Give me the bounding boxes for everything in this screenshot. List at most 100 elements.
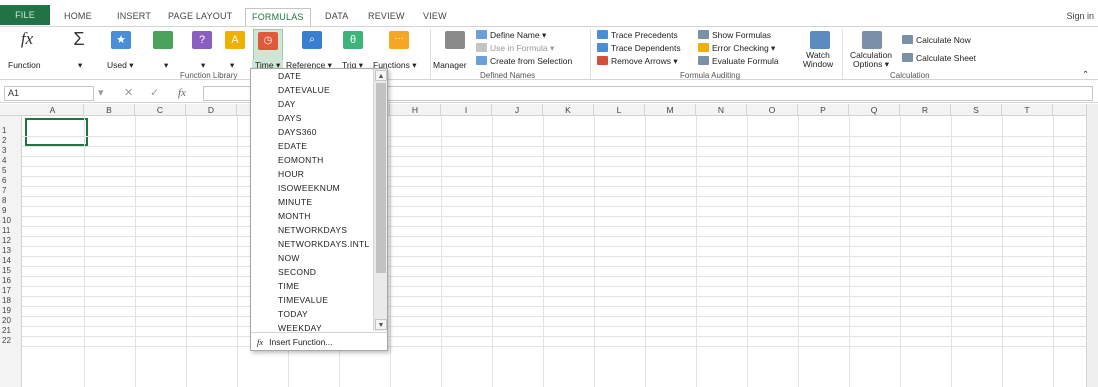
row-header-16[interactable]: 16 (0, 276, 22, 286)
row-header-21[interactable]: 21 (0, 326, 22, 336)
chevron-down-icon[interactable]: ▾ (230, 60, 234, 71)
row-header-14[interactable]: 14 (0, 256, 22, 266)
define-name-button[interactable]: Define Name ▾ (476, 30, 546, 41)
chevron-down-icon[interactable]: ▾ (98, 86, 104, 101)
cancel-icon[interactable]: ✕ (124, 86, 133, 101)
menu-item-datevalue[interactable]: DATEVALUE (251, 83, 373, 97)
row-header-2[interactable]: 2 (0, 136, 22, 146)
use-in-formula-button[interactable]: Use in Formula ▾ (476, 43, 554, 54)
sign-in-link[interactable]: Sign in (1066, 11, 1094, 21)
row-header-10[interactable]: 10 (0, 216, 22, 226)
column-header-q[interactable]: Q (849, 104, 900, 116)
scroll-thumb[interactable] (376, 83, 386, 273)
insert-function-menu-item[interactable]: fx Insert Function... (251, 332, 387, 351)
collapse-ribbon-icon[interactable]: ⌃ (1082, 69, 1089, 80)
column-header-d[interactable]: D (186, 104, 237, 116)
menu-item-month[interactable]: MONTH (251, 209, 373, 223)
selected-cell[interactable] (25, 118, 88, 146)
column-header-t[interactable]: T (1002, 104, 1053, 116)
menu-item-minute[interactable]: MINUTE (251, 195, 373, 209)
grid-line (22, 166, 1098, 167)
trace-dependents-button[interactable]: Trace Dependents (597, 43, 681, 53)
tab-file[interactable]: FILE (0, 5, 50, 25)
menu-item-day[interactable]: DAY (251, 97, 373, 111)
menu-item-days360[interactable]: DAYS360 (251, 125, 373, 139)
row-header-6[interactable]: 6 (0, 176, 22, 186)
tab-insert[interactable]: INSERT (117, 11, 151, 21)
financial-button[interactable] (148, 29, 178, 65)
row-header-20[interactable]: 20 (0, 316, 22, 326)
column-header-o[interactable]: O (747, 104, 798, 116)
row-header-18[interactable]: 18 (0, 296, 22, 306)
tab-review[interactable]: REVIEW (368, 11, 405, 21)
row-header-11[interactable]: 11 (0, 226, 22, 236)
tab-view[interactable]: VIEW (423, 11, 447, 21)
grid-line (22, 156, 1098, 157)
column-header-l[interactable]: L (594, 104, 645, 116)
row-header-9[interactable]: 9 (0, 206, 22, 216)
chevron-down-icon[interactable]: ▾ (78, 60, 82, 71)
tab-home[interactable]: HOME (64, 11, 92, 21)
vertical-scrollbar[interactable] (1086, 104, 1098, 387)
column-header-b[interactable]: B (84, 104, 135, 116)
row-header-3[interactable]: 3 (0, 146, 22, 156)
enter-icon[interactable]: ✓ (150, 86, 159, 101)
row-header-22[interactable]: 22 (0, 336, 22, 346)
row-header-17[interactable]: 17 (0, 286, 22, 296)
row-header-15[interactable]: 15 (0, 266, 22, 276)
menu-item-networkdays-intl[interactable]: NETWORKDAYS.INTL (251, 237, 373, 251)
menu-item-isoweeknum[interactable]: ISOWEEKNUM (251, 181, 373, 195)
menu-item-weekday[interactable]: WEEKDAY (251, 321, 373, 331)
row-header-8[interactable]: 8 (0, 196, 22, 206)
menu-item-date[interactable]: DATE (251, 69, 373, 83)
trace-precedents-button[interactable]: Trace Precedents (597, 30, 678, 40)
menu-item-now[interactable]: NOW (251, 251, 373, 265)
menu-item-days[interactable]: DAYS (251, 111, 373, 125)
evaluate-formula-button[interactable]: Evaluate Formula (698, 56, 779, 66)
tab-page-layout[interactable]: PAGE LAYOUT (168, 11, 232, 21)
create-from-selection-button[interactable]: Create from Selection (476, 56, 572, 66)
menu-item-eomonth[interactable]: EOMONTH (251, 153, 373, 167)
row-header-19[interactable]: 19 (0, 306, 22, 316)
tab-data[interactable]: DATA (325, 11, 348, 21)
text-button[interactable]: A (220, 29, 250, 65)
column-header-h[interactable]: H (390, 104, 441, 116)
column-header-m[interactable]: M (645, 104, 696, 116)
menu-item-edate[interactable]: EDATE (251, 139, 373, 153)
menu-item-hour[interactable]: HOUR (251, 167, 373, 181)
chevron-down-icon[interactable]: ▾ (201, 60, 205, 71)
column-header-k[interactable]: K (543, 104, 594, 116)
menu-item-networkdays[interactable]: NETWORKDAYS (251, 223, 373, 237)
calculate-now-button[interactable]: Calculate Now (902, 35, 971, 45)
fx-icon[interactable]: fx (178, 86, 186, 101)
column-header-i[interactable]: I (441, 104, 492, 116)
row-header-1[interactable]: 1 (0, 126, 22, 136)
menu-item-second[interactable]: SECOND (251, 265, 373, 279)
row-header-7[interactable]: 7 (0, 186, 22, 196)
row-header-12[interactable]: 12 (0, 236, 22, 246)
column-header-p[interactable]: P (798, 104, 849, 116)
name-box[interactable]: A1 (4, 86, 94, 101)
remove-arrows-button[interactable]: Remove Arrows ▾ (597, 56, 678, 67)
column-header-a[interactable]: A (22, 104, 84, 116)
row-header-13[interactable]: 13 (0, 246, 22, 256)
error-checking-button[interactable]: Error Checking ▾ (698, 43, 775, 54)
row-header-5[interactable]: 5 (0, 166, 22, 176)
column-header-r[interactable]: R (900, 104, 951, 116)
column-header-s[interactable]: S (951, 104, 1002, 116)
row-header-4[interactable]: 4 (0, 156, 22, 166)
tab-formulas[interactable]: FORMULAS (245, 8, 311, 26)
scroll-down-icon[interactable]: ▼ (375, 319, 387, 330)
menu-item-today[interactable]: TODAY (251, 307, 373, 321)
dropdown-scrollbar[interactable]: ▲ ▼ (373, 69, 387, 331)
column-header-j[interactable]: J (492, 104, 543, 116)
chevron-down-icon[interactable]: ▾ (164, 60, 168, 71)
column-header-c[interactable]: C (135, 104, 186, 116)
column-header-n[interactable]: N (696, 104, 747, 116)
scroll-up-icon[interactable]: ▲ (375, 70, 387, 81)
calculate-sheet-button[interactable]: Calculate Sheet (902, 53, 976, 63)
show-formulas-button[interactable]: Show Formulas (698, 30, 771, 40)
menu-item-time[interactable]: TIME (251, 279, 373, 293)
worksheet-grid[interactable]: ABCDEFGHIJKLMNOPQRST 1234567891011121314… (0, 104, 1098, 387)
menu-item-timevalue[interactable]: TIMEVALUE (251, 293, 373, 307)
